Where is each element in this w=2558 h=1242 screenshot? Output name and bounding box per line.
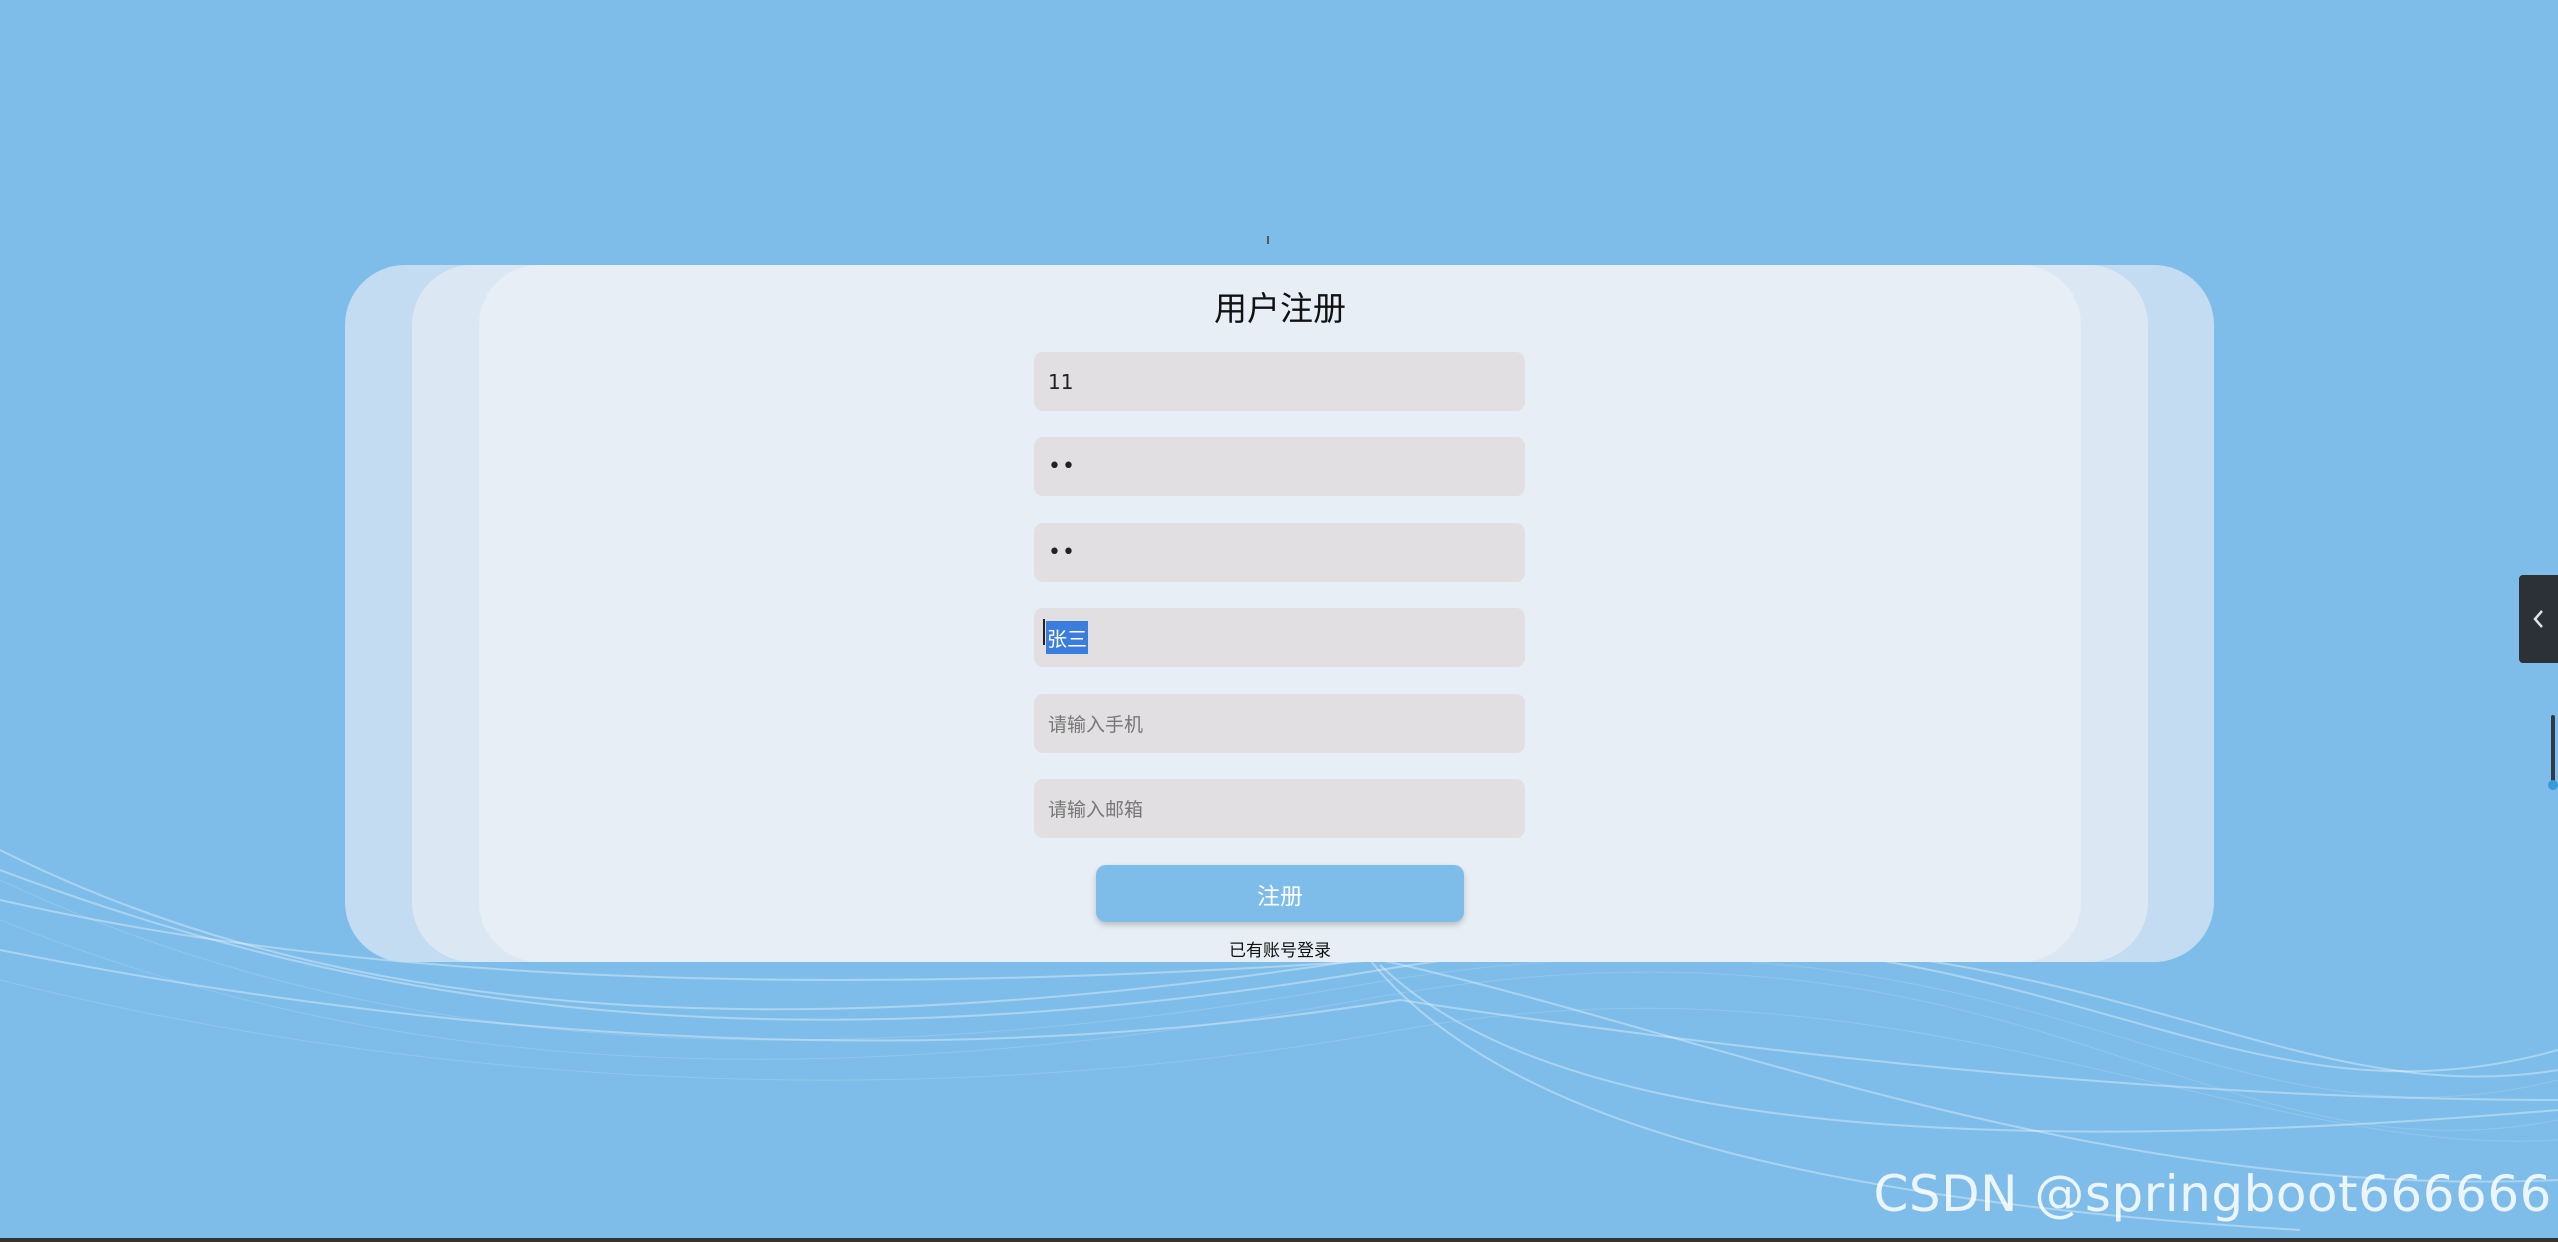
- password-value: ••: [1048, 454, 1076, 479]
- email-field[interactable]: 请输入邮箱: [1034, 779, 1525, 838]
- side-panel-toggle[interactable]: [2519, 575, 2558, 663]
- chevron-left-icon: [2532, 610, 2543, 628]
- email-placeholder: 请输入邮箱: [1048, 799, 1144, 821]
- scroll-handle[interactable]: [2546, 713, 2558, 793]
- username-field[interactable]: 11: [1034, 352, 1525, 411]
- phone-placeholder: 请输入手机: [1048, 714, 1144, 736]
- confirm-password-field[interactable]: ••: [1034, 523, 1525, 582]
- watermark: CSDN @springboot666666: [1873, 1165, 2552, 1223]
- login-link[interactable]: 已有账号登录: [1180, 936, 1380, 961]
- text-cursor: [1043, 619, 1045, 645]
- form-title: 用户注册: [1214, 289, 1346, 328]
- phone-field[interactable]: 请输入手机: [1034, 694, 1525, 753]
- bottom-bar: [0, 1238, 2558, 1242]
- username-value: 11: [1048, 369, 1074, 394]
- real-name-value: 张三: [1046, 621, 1088, 654]
- real-name-field[interactable]: 张三: [1034, 608, 1525, 667]
- top-marker: [1267, 236, 1269, 244]
- password-field[interactable]: ••: [1034, 437, 1525, 496]
- confirm-password-value: ••: [1048, 540, 1076, 565]
- register-button[interactable]: 注册: [1096, 865, 1464, 922]
